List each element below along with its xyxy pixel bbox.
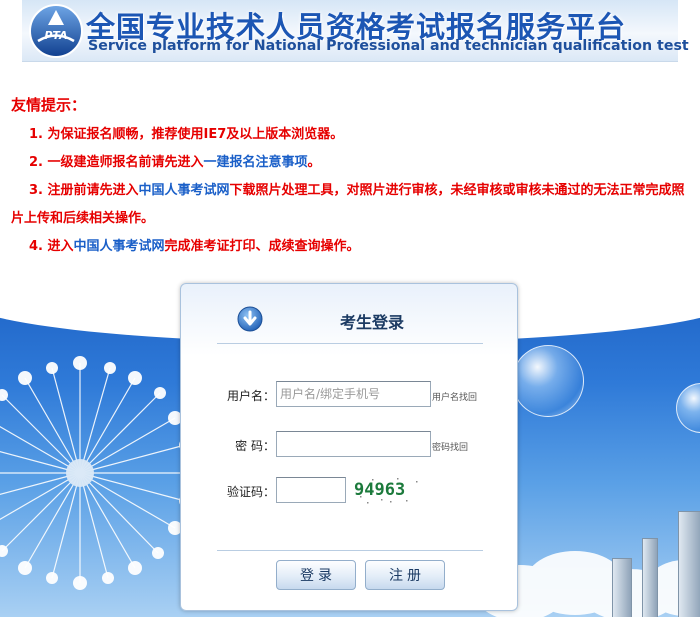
password-row: 密 码： 密码找回 [181,431,519,461]
notice-item-3: 3. 注册前请先进入中国人事考试网下载照片处理工具，对照片进行审核，未经审核或审… [11,177,693,233]
notice-section: 友情提示： 1. 为保证报名顺畅，推荐使用IE7及以上版本浏览器。 2. 一级建… [11,94,693,261]
username-recover-link[interactable]: 用户名找回 [432,390,477,403]
username-row: 用户名： 用户名找回 [181,381,519,411]
password-recover-link[interactable]: 密码找回 [432,440,468,453]
password-input[interactable] [276,431,431,457]
login-header: 考生登录 [217,304,483,344]
building-3 [678,511,700,617]
notice-item-4: 4. 进入中国人事考试网完成准考证打印、成续查询操作。 [11,233,693,261]
notice-heading: 友情提示： [11,96,87,114]
username-input[interactable] [276,381,431,407]
building-1 [612,558,632,617]
bubble-small [676,383,700,433]
pta-logo-icon: PTA [29,4,83,58]
captcha-label: 验证码： [226,485,275,499]
login-button[interactable]: 登录 [276,560,356,590]
notice-item-2: 2. 一级建造师报名前请先进入一建报名注意事项。 [11,149,693,177]
notice-item-4-prefix: 4. 进入 [29,239,74,254]
notice-link-yijian[interactable]: 一建报名注意事项 [204,155,308,170]
password-label: 密 码： [235,439,275,453]
captcha-image[interactable]: 94963 [350,475,426,505]
notice-item-2-suffix: 。 [307,155,321,170]
notice-item-4-suffix: 完成准考证打印、成续查询操作。 [164,239,360,254]
bubble-large [512,345,584,417]
dandelion-illustration [0,356,197,590]
captcha-row: 验证码： 94963 [181,477,519,507]
header-banner: PTA 全国专业技术人员资格考试报名服务平台 Service platform … [22,0,689,62]
logo-text: PTA [44,29,67,42]
captcha-input[interactable] [276,477,346,503]
login-panel: 考生登录 用户名： 用户名找回 密 码： 密码找回 验证码： 94963 登录 … [180,283,518,611]
site-title-en: Service platform for National Profession… [88,38,689,54]
login-divider [217,550,483,551]
notice-item-2-prefix: 2. 一级建造师报名前请先进入 [29,155,204,170]
notice-item-1: 1. 为保证报名顺畅，推荐使用IE7及以上版本浏览器。 [11,121,693,149]
notice-item-1-text: 1. 为保证报名顺畅，推荐使用IE7及以上版本浏览器。 [29,127,344,142]
notice-link-cpta-2[interactable]: 中国人事考试网 [74,239,165,254]
building-2 [642,538,658,617]
down-arrow-circle-icon [237,306,263,332]
captcha-code: 94963 [354,480,405,500]
notice-item-3-prefix: 3. 注册前请先进入 [29,183,139,198]
register-button[interactable]: 注册 [365,560,445,590]
notice-link-cpta-1[interactable]: 中国人事考试网 [139,183,230,198]
login-title: 考生登录 [340,313,405,332]
username-label: 用户名： [226,389,275,403]
